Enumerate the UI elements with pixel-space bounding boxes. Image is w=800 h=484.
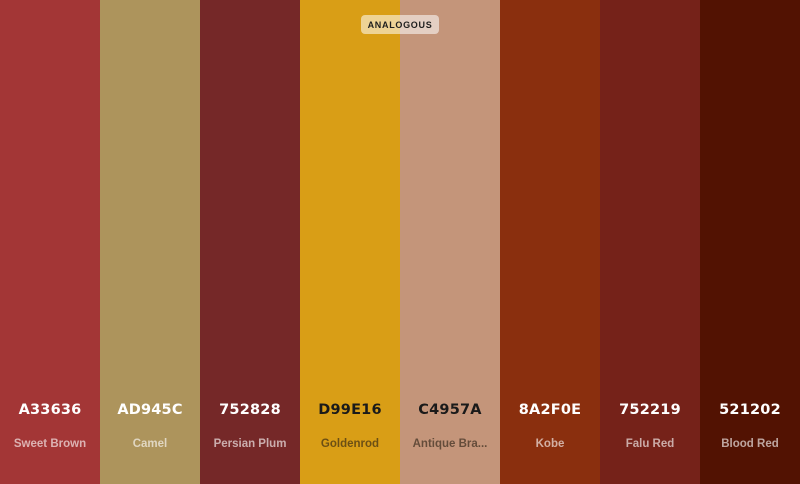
swatch-blood-red[interactable]: 521202 Blood Red	[700, 0, 800, 484]
swatch-color-name: Kobe	[535, 438, 565, 450]
swatch-sweet-brown[interactable]: A33636 Sweet Brown	[0, 0, 100, 484]
swatch-color-name: Blood Red	[721, 438, 779, 450]
swatch-color-name: Sweet Brown	[13, 438, 87, 450]
swatch-goldenrod[interactable]: D99E16 Goldenrod	[300, 0, 400, 484]
swatch-hex-code[interactable]: 8A2F0E	[500, 402, 600, 418]
swatch-hex-code[interactable]: 752219	[600, 402, 700, 418]
palette-type-badge[interactable]: ANALOGOUS	[361, 15, 439, 34]
swatch-kobe[interactable]: 8A2F0E Kobe	[500, 0, 600, 484]
swatch-color-name: Persian Plum	[213, 438, 287, 450]
swatch-color-name: Falu Red	[625, 438, 675, 450]
swatch-camel[interactable]: AD945C Camel	[100, 0, 200, 484]
swatch-hex-code[interactable]: A33636	[0, 402, 100, 418]
swatch-antique-brass[interactable]: C4957A Antique Bra...	[400, 0, 500, 484]
swatch-falu-red[interactable]: 752219 Falu Red	[600, 0, 700, 484]
swatch-hex-code[interactable]: 521202	[700, 402, 800, 418]
swatch-hex-code[interactable]: 752828	[200, 402, 300, 418]
swatch-persian-plum[interactable]: 752828 Persian Plum	[200, 0, 300, 484]
swatch-color-name: Goldenrod	[320, 438, 380, 450]
swatch-hex-code[interactable]: C4957A	[400, 402, 500, 418]
swatch-hex-code[interactable]: AD945C	[100, 402, 200, 418]
swatch-color-name: Antique Bra...	[412, 438, 488, 450]
color-palette: A33636 Sweet Brown AD945C Camel 752828 P…	[0, 0, 800, 484]
swatch-hex-code[interactable]: D99E16	[300, 402, 400, 418]
swatch-color-name: Camel	[132, 438, 168, 450]
